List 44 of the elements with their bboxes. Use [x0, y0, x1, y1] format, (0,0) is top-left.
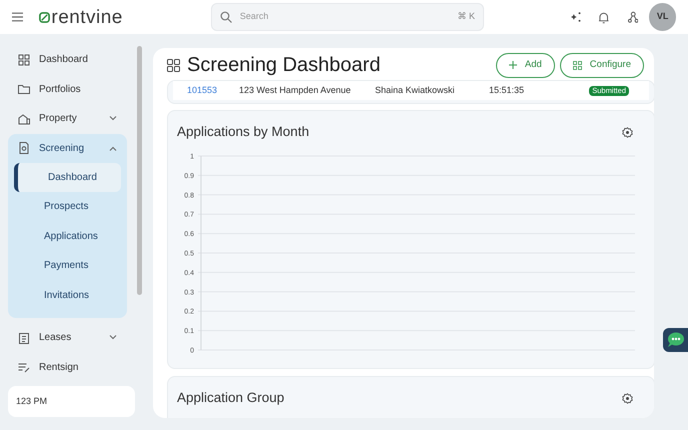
user-avatar[interactable]: VL — [649, 3, 676, 31]
settings-icon[interactable] — [622, 126, 633, 138]
table-cell-text: 123 West Hampden Avenue — [239, 84, 352, 97]
page-title: Screening Dashboard — [187, 53, 380, 78]
menu-icon[interactable] — [12, 12, 24, 22]
folder-icon — [18, 83, 30, 96]
plus-icon — [508, 61, 517, 69]
table-cell-text: 15:51:35 — [489, 84, 524, 97]
grid-icon — [167, 58, 180, 72]
document-search-icon — [18, 142, 30, 154]
add-button[interactable]: Add — [496, 52, 555, 78]
submenu-item[interactable]: Dashboard — [14, 163, 121, 192]
grid-icon — [18, 54, 30, 66]
logo-text: rentvine — [51, 8, 123, 26]
footer-card: 123 PM — [8, 386, 135, 417]
signature-icon — [18, 361, 30, 374]
search-input[interactable]: Search — [240, 10, 450, 24]
submenu-item[interactable]: Applications — [14, 222, 121, 251]
scrollbar-thumb[interactable] — [137, 46, 142, 295]
card-title: Application Group — [177, 389, 284, 408]
configure-button[interactable]: Configure — [560, 52, 644, 78]
clipboard-icon — [18, 332, 30, 344]
bell-icon[interactable] — [598, 10, 610, 24]
card-title: Applications by Month — [177, 123, 310, 141]
submenu-item[interactable]: Invitations — [14, 280, 121, 310]
nav-item[interactable]: Portfolios — [8, 74, 127, 104]
table-cell-text: Shaina Kwiatkowski — [375, 84, 456, 97]
chat-widget[interactable] — [663, 328, 688, 352]
shortcut-hint: ⌘ K — [458, 10, 476, 24]
nav-item[interactable]: Leases — [8, 323, 127, 352]
grid-icon — [572, 60, 582, 70]
settings-icon[interactable] — [622, 392, 633, 404]
nav-item[interactable]: Dashboard — [8, 45, 127, 74]
sparkle-icon[interactable] — [570, 11, 582, 23]
search-icon — [220, 11, 232, 23]
nav-item[interactable]: Screening — [8, 134, 127, 163]
nav-item[interactable]: Rentsign — [8, 352, 127, 382]
chat-bubble-icon — [665, 332, 685, 348]
network-icon[interactable] — [628, 11, 638, 23]
submenu-item[interactable]: Payments — [14, 251, 121, 280]
submenu-item[interactable]: Prospects — [14, 192, 121, 222]
id-link[interactable]: 101553 — [187, 84, 239, 98]
house-icon — [18, 112, 30, 125]
nav-item[interactable]: Property — [8, 104, 127, 134]
